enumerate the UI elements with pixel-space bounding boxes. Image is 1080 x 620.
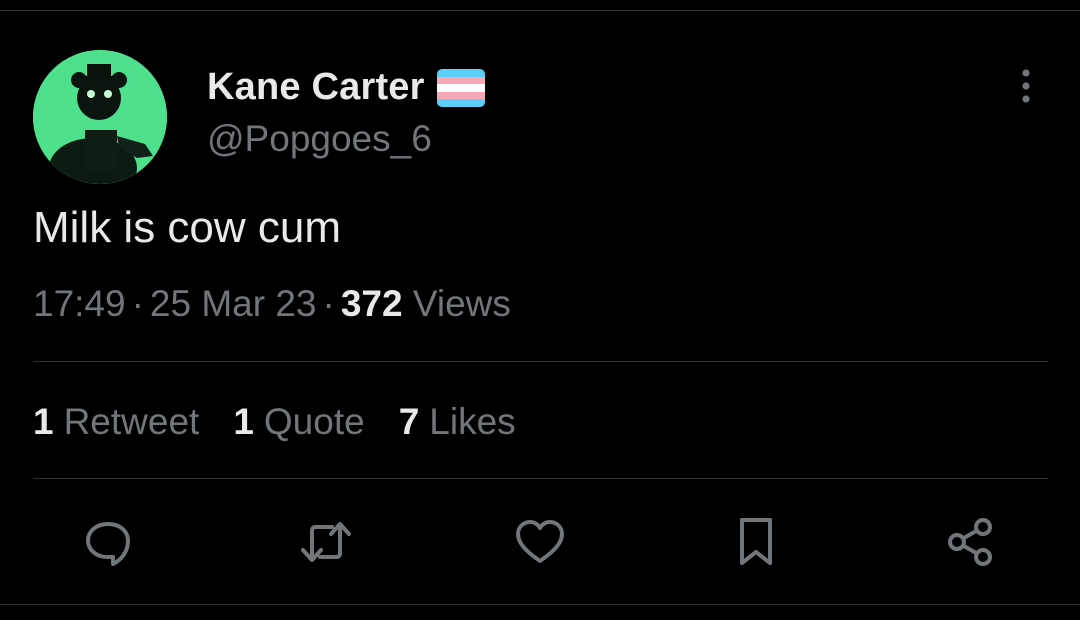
more-options-button[interactable] <box>1010 66 1042 106</box>
divider <box>33 361 1048 362</box>
meta-separator: · <box>322 283 335 324</box>
more-vertical-icon <box>1022 69 1030 103</box>
meta-separator: · <box>131 283 144 324</box>
retweet-icon <box>301 522 351 562</box>
avatar-image <box>33 50 167 184</box>
quotes-count: 1 <box>233 401 254 442</box>
heart-icon <box>516 520 564 563</box>
avatar[interactable] <box>33 50 167 184</box>
reply-icon <box>86 522 130 566</box>
retweet-button[interactable] <box>298 514 354 570</box>
share-button[interactable] <box>942 514 998 570</box>
likes-count: 7 <box>398 401 420 442</box>
author-handle[interactable]: @Popgoes_6 <box>207 118 432 160</box>
tweet-meta: 17:49 · 25 Mar 23 · 372 Views <box>33 283 511 325</box>
bookmark-button[interactable] <box>728 514 784 570</box>
views-count: 372 <box>340 283 403 324</box>
quotes-label: Quote <box>263 401 365 442</box>
reply-button[interactable] <box>80 514 136 570</box>
author-name-row[interactable]: Kane Carter <box>207 66 485 109</box>
share-icon <box>948 518 992 566</box>
quotes-stat[interactable]: 1 Quote <box>233 401 364 443</box>
views-label: Views <box>412 283 511 324</box>
retweets-label: Retweet <box>63 401 200 442</box>
likes-label: Likes <box>429 401 516 442</box>
bookmark-icon <box>740 518 772 565</box>
retweets-stat[interactable]: 1 Retweet <box>33 401 199 443</box>
retweets-count: 1 <box>33 401 54 442</box>
tweet-stats: 1 Retweet 1 Quote 7 Likes <box>33 401 516 443</box>
tweet-date[interactable]: 25 Mar 23 <box>150 283 317 324</box>
tweet-text: Milk is cow cum <box>33 203 342 252</box>
top-divider <box>0 10 1080 11</box>
like-button[interactable] <box>512 514 568 570</box>
likes-stat[interactable]: 7 Likes <box>399 401 516 443</box>
author-display-name[interactable]: Kane Carter <box>207 66 425 109</box>
tweet-time[interactable]: 17:49 <box>33 283 126 324</box>
transgender-flag-icon <box>436 68 485 107</box>
divider <box>33 478 1048 479</box>
bottom-divider <box>0 604 1080 605</box>
